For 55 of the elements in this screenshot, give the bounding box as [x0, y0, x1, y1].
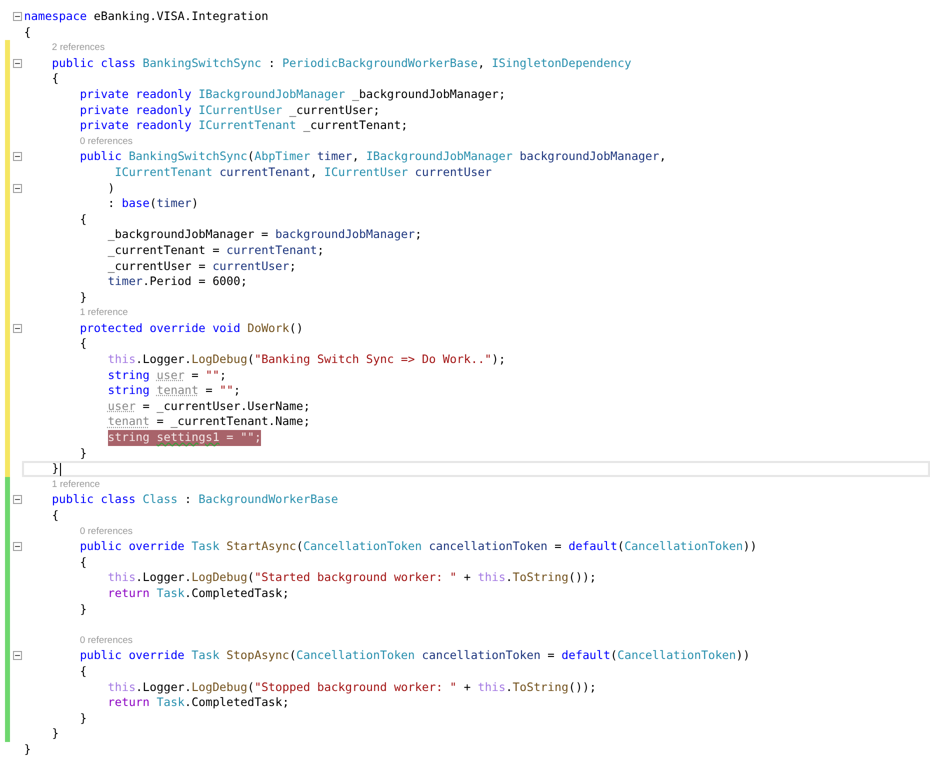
code-line: user = _currentUser.UserName;	[108, 398, 310, 414]
code-line: {	[52, 508, 59, 524]
code-line: this.Logger.LogDebug("Started background worker: " + this.ToString());	[108, 570, 596, 586]
code-line: }	[80, 602, 87, 618]
code-line: {	[80, 212, 87, 228]
code-line: public BankingSwitchSync(AbpTimer timer, IBackgroundJobManager backgroundJobManager,	[80, 149, 666, 165]
code-line: timer.Period = 6000;	[108, 274, 248, 290]
code-line: }	[80, 710, 87, 726]
code-line: {	[80, 664, 87, 680]
code-line: private readonly ICurrentUser _currentUser;	[80, 102, 380, 118]
code-line: _backgroundJobManager = backgroundJobManager;	[108, 227, 422, 243]
code-line: _currentTenant = currentTenant;	[108, 242, 324, 258]
collapse-toggle[interactable]	[13, 324, 22, 333]
code-line: this.Logger.LogDebug("Stopped background worker: " + this.ToString());	[108, 680, 596, 696]
code-line: public class Class : BackgroundWorkerBase	[52, 492, 338, 508]
code-line: protected override void DoWork()	[80, 320, 304, 336]
collapse-toggle[interactable]	[13, 651, 22, 660]
code-line: )	[108, 180, 115, 196]
code-line: {	[80, 554, 87, 570]
code-line: public override Task StartAsync(CancellationToken cancellationToken = default(CancellationToken))	[80, 539, 757, 555]
code-line: {	[24, 24, 31, 40]
code-line: }	[52, 463, 59, 475]
code-line: this.Logger.LogDebug("Banking Switch Sync => Do Work..");	[108, 352, 506, 368]
code-line: _currentUser = currentUser;	[108, 258, 296, 274]
collapse-toggle[interactable]	[13, 495, 22, 504]
code-line: namespace eBanking.VISA.Integration	[24, 9, 268, 25]
code-line: }	[52, 726, 59, 742]
collapse-toggle[interactable]	[13, 58, 22, 68]
code-line: : base(timer)	[108, 196, 199, 212]
reference-count[interactable]: 1 reference	[80, 305, 128, 321]
collapse-toggle[interactable]	[13, 542, 22, 552]
collapse-toggle[interactable]	[13, 152, 22, 162]
code-line: }	[80, 290, 87, 306]
reference-count[interactable]: 0 references	[80, 524, 133, 540]
code-line: private readonly ICurrentTenant _currentTenant;	[80, 118, 408, 134]
code-line: }	[80, 446, 87, 462]
code-line: ICurrentTenant currentTenant, ICurrentUser currentUser	[114, 164, 492, 181]
reference-count[interactable]: 1 reference	[52, 476, 100, 492]
code-line: }	[24, 742, 31, 758]
code-line: return Task.CompletedTask;	[108, 695, 290, 711]
code-line: tenant = _currentTenant.Name;	[108, 414, 310, 430]
code-line: {	[52, 71, 59, 87]
code-line: private readonly IBackgroundJobManager _backgroundJobManager;	[80, 86, 506, 103]
reference-count[interactable]: 2 references	[52, 40, 105, 56]
code-line: string user = "";	[108, 368, 226, 384]
collapse-toggle[interactable]	[13, 12, 22, 21]
collapse-toggle[interactable]	[13, 184, 22, 193]
reference-count[interactable]: 0 references	[80, 632, 133, 648]
reference-count[interactable]: 0 references	[80, 134, 133, 150]
code-line: public class BankingSwitchSync : PeriodicBackgroundWorkerBase, ISingletonDependency	[52, 56, 632, 72]
code-line: {	[80, 336, 87, 352]
code-line: return Task.CompletedTask;	[108, 586, 290, 602]
text-cursor	[60, 462, 61, 476]
code-line: public override Task StopAsync(CancellationToken cancellationToken = default(CancellationToken))	[80, 648, 750, 664]
code-line: string tenant = "";	[108, 383, 240, 399]
